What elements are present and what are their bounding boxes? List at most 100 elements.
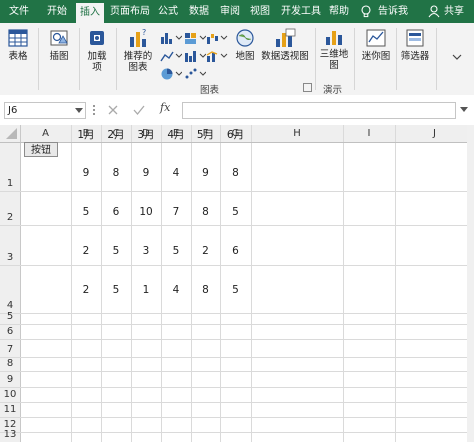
tours-group-label: 演示 (323, 85, 343, 96)
row-header-8[interactable]: 8 (0, 357, 20, 370)
month-header-cell[interactable]: 3月 (131, 128, 161, 142)
data-cell[interactable]: 5 (101, 244, 131, 258)
menu-tab-file[interactable]: 文件 (6, 0, 32, 23)
chart-dialog-launcher[interactable] (303, 83, 312, 92)
3d-map-button[interactable]: 三维地 图 (318, 27, 350, 71)
data-cell[interactable]: 9 (71, 166, 101, 180)
svg-text:?: ? (142, 28, 146, 37)
ribbon-collapse-icon[interactable] (452, 53, 462, 61)
slicer-icon (406, 29, 424, 47)
pie-chart-icon[interactable] (160, 67, 182, 81)
month-header-cell[interactable]: 1月 (71, 128, 101, 142)
row-header-11[interactable]: 11 (0, 403, 20, 416)
column-header-i[interactable]: I (343, 127, 395, 141)
data-cell[interactable]: 3 (131, 244, 161, 258)
map-chart-button[interactable]: 地图 (232, 27, 258, 62)
column-chart-icon[interactable] (160, 31, 182, 45)
map-label: 地图 (235, 51, 255, 62)
menu-tab-data[interactable]: 数据 (186, 0, 212, 23)
data-cell[interactable]: 2 (191, 244, 220, 258)
data-cell[interactable]: 4 (161, 166, 191, 180)
tell-me-search[interactable]: 告诉我 (376, 0, 410, 23)
menu-tab-page-layout[interactable]: 页面布局 (109, 0, 151, 23)
ribbon-divider (396, 28, 397, 90)
data-cell[interactable]: 5 (71, 205, 101, 219)
month-header-cell[interactable]: 2月 (101, 128, 131, 142)
column-header-j[interactable]: J (395, 127, 474, 141)
line-chart-icon[interactable] (160, 49, 182, 63)
row-header-3[interactable]: 3 (0, 251, 20, 264)
data-cell[interactable]: 6 (101, 205, 131, 219)
3d-map-icon (326, 31, 342, 45)
check-icon[interactable] (133, 104, 145, 116)
macro-button[interactable]: 按钮 (24, 142, 58, 157)
column-header-a[interactable]: A (20, 127, 71, 141)
data-cell[interactable]: 7 (161, 205, 191, 219)
ribbon-divider (38, 28, 39, 90)
month-header-cell[interactable]: 5月 (191, 128, 220, 142)
name-box[interactable]: J6 (4, 102, 86, 119)
data-cell[interactable]: 2 (71, 283, 101, 297)
hierarchy-chart-icon[interactable] (184, 31, 206, 45)
data-cell[interactable]: 8 (191, 283, 220, 297)
expand-formula-icon[interactable] (460, 107, 468, 112)
3d-map-label-2: 图 (329, 60, 339, 71)
menu-tab-view[interactable]: 视图 (247, 0, 273, 23)
data-cell[interactable]: 8 (101, 166, 131, 180)
menu-tab-review[interactable]: 审阅 (217, 0, 243, 23)
row-header-9[interactable]: 9 (0, 373, 20, 386)
data-cell[interactable]: 10 (131, 205, 161, 219)
illustrations-button[interactable]: 插图 (44, 27, 74, 62)
waterfall-chart-icon[interactable] (206, 31, 228, 45)
filters-button[interactable]: 筛选器 (398, 27, 432, 62)
lightbulb-icon (361, 5, 371, 18)
data-cell[interactable]: 4 (161, 283, 191, 297)
data-cell[interactable]: 2 (71, 244, 101, 258)
row-header-1[interactable]: 1 (0, 177, 20, 190)
recommended-chart-icon: ? (130, 28, 146, 47)
addins-button[interactable]: 加载 项 (84, 27, 110, 73)
scatter-chart-icon[interactable] (184, 67, 206, 81)
data-cell[interactable]: 8 (191, 205, 220, 219)
combo-chart-icon[interactable] (206, 49, 228, 63)
pivot-chart-button[interactable]: 数据透视图 (260, 27, 310, 62)
data-cell[interactable]: 5 (220, 283, 251, 297)
data-cell[interactable]: 5 (161, 244, 191, 258)
data-cell[interactable]: 1 (131, 283, 161, 297)
pivot-chart-label: 数据透视图 (261, 51, 309, 62)
data-cell[interactable]: 9 (131, 166, 161, 180)
addins-label-1: 加载 (87, 51, 107, 62)
data-cell[interactable]: 9 (191, 166, 220, 180)
data-cell[interactable]: 5 (220, 205, 251, 219)
column-header-h[interactable]: H (251, 127, 343, 141)
data-cell[interactable]: 6 (220, 244, 251, 258)
row-header-7[interactable]: 7 (0, 343, 20, 356)
ribbon-divider (436, 28, 437, 90)
cancel-icon[interactable] (107, 104, 119, 116)
sparklines-button[interactable]: 迷你图 (358, 27, 394, 62)
chevron-down-icon[interactable] (75, 108, 83, 113)
row-header-13[interactable]: 13 (0, 428, 20, 441)
data-cell[interactable]: 8 (220, 166, 251, 180)
recommended-charts-button[interactable]: ? 推荐的 图表 (120, 27, 156, 73)
data-cell[interactable]: 5 (101, 283, 131, 297)
ribbon-divider (315, 28, 316, 90)
month-header-cell[interactable]: 6月 (220, 128, 251, 142)
insert-function-icon[interactable]: fx (160, 101, 170, 114)
row-header-10[interactable]: 10 (0, 388, 20, 401)
share-button[interactable]: 共享 (441, 0, 467, 23)
shapes-icon (50, 30, 68, 46)
menu-tab-developer[interactable]: 开发工具 (279, 0, 323, 23)
menu-tab-help[interactable]: 帮助 (326, 0, 352, 23)
menu-tab-insert[interactable]: 插入 (76, 3, 104, 23)
formula-input[interactable] (182, 102, 456, 119)
row-header-5[interactable]: 5 (0, 310, 20, 323)
statistic-chart-icon[interactable] (184, 49, 206, 63)
row-header-2[interactable]: 2 (0, 211, 20, 224)
menu-tab-formulas[interactable]: 公式 (155, 0, 181, 23)
menu-tab-home[interactable]: 开始 (44, 0, 70, 23)
table-button[interactable]: 表格 (4, 27, 32, 62)
month-header-cell[interactable]: 4月 (161, 128, 191, 142)
row-header-6[interactable]: 6 (0, 325, 20, 338)
filters-label: 筛选器 (400, 51, 430, 62)
